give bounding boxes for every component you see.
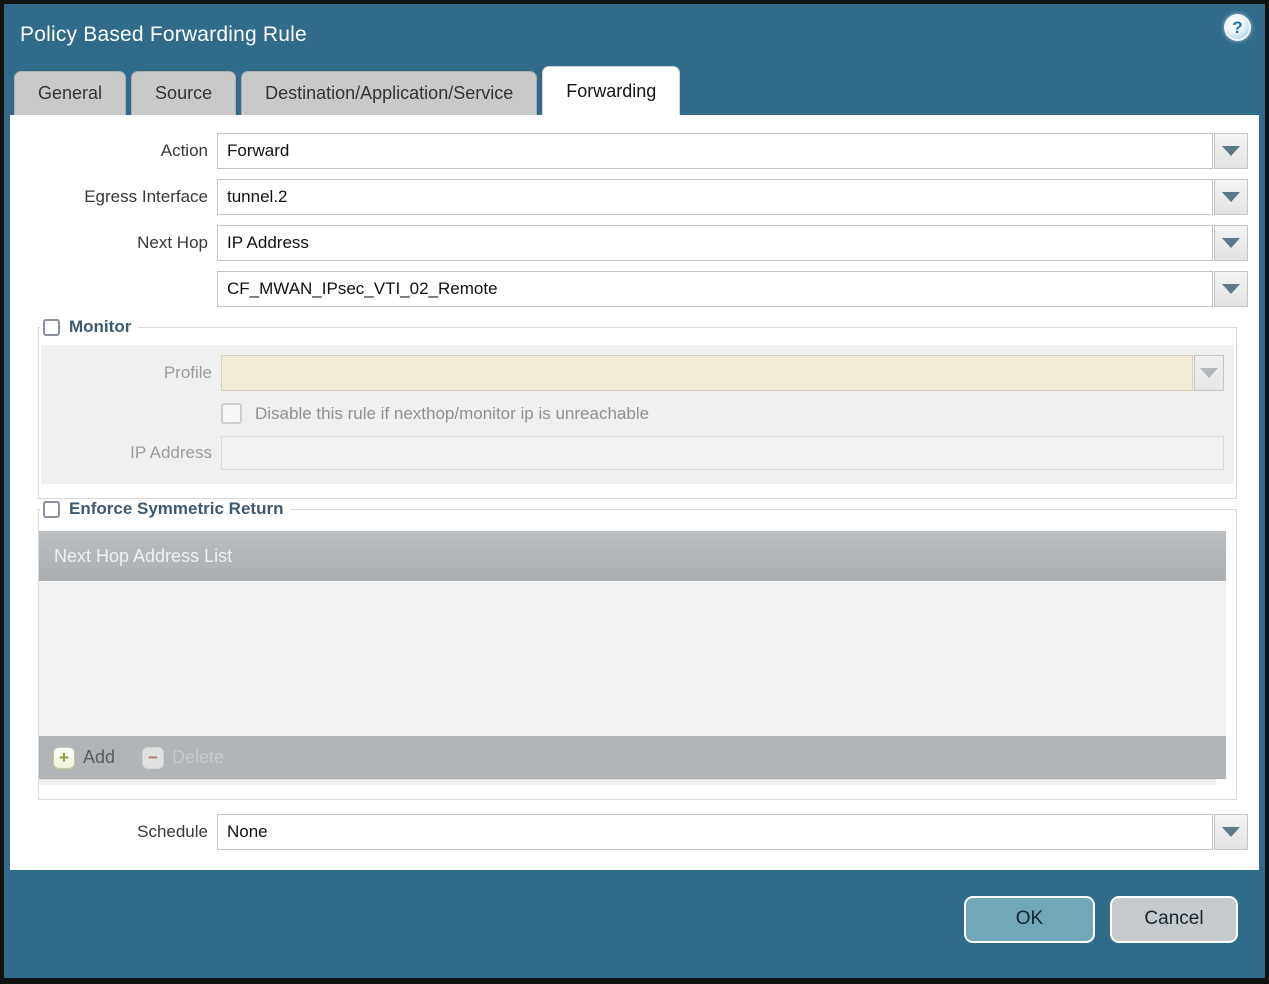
delete-button-label: Delete <box>172 747 225 767</box>
chevron-down-icon <box>1222 146 1240 156</box>
policy-based-forwarding-dialog: Policy Based Forwarding Rule ? General S… <box>0 0 1269 984</box>
egress-interface-dropdown-button[interactable] <box>1214 179 1248 215</box>
tab-source[interactable]: Source <box>131 71 237 115</box>
disable-rule-checkbox-label: Disable this rule if nexthop/monitor ip … <box>255 403 650 423</box>
egress-interface-row: Egress Interface <box>10 179 1248 215</box>
ok-button[interactable]: OK <box>964 895 1095 943</box>
next-hop-address-list-header: Next Hop Address List <box>39 531 1226 581</box>
next-hop-type-input[interactable] <box>217 225 1213 261</box>
action-row: Action <box>10 133 1248 169</box>
next-hop-label: Next Hop <box>137 233 208 252</box>
chevron-down-icon <box>1222 192 1240 202</box>
tab-general[interactable]: General <box>14 71 127 115</box>
profile-dropdown-button <box>1194 355 1224 391</box>
monitor-legend: Monitor <box>40 317 138 337</box>
action-dropdown-button[interactable] <box>1214 133 1248 169</box>
monitor-title: Monitor <box>69 317 132 336</box>
next-hop-address-list-toolbar: + Add − Delete <box>39 736 1226 779</box>
enforce-symmetric-return-group: Enforce Symmetric Return Next Hop Addres… <box>38 499 1237 800</box>
next-hop-address-dropdown-button[interactable] <box>1214 271 1248 307</box>
plus-icon: + <box>53 746 75 769</box>
monitor-group: Monitor Profile Disable this rule if nex… <box>38 317 1237 499</box>
next-hop-address-row <box>10 271 1248 307</box>
action-input[interactable] <box>217 133 1213 169</box>
schedule-dropdown-button[interactable] <box>1214 814 1248 850</box>
monitor-ip-row: IP Address <box>41 436 1224 470</box>
chevron-down-icon <box>1200 368 1218 378</box>
schedule-input[interactable] <box>217 814 1213 850</box>
enforce-symmetric-return-checkbox[interactable] <box>43 500 60 518</box>
forwarding-tab-panel: Action Egress Interface Next Hop <box>10 115 1259 870</box>
table-scroll-strip <box>39 779 1216 785</box>
add-button-label: Add <box>83 747 116 767</box>
chevron-down-icon <box>1222 284 1240 294</box>
next-hop-row: Next Hop <box>10 225 1248 261</box>
tab-forwarding[interactable]: Forwarding <box>542 66 681 115</box>
profile-label: Profile <box>163 363 212 382</box>
dialog-titlebar: Policy Based Forwarding Rule ? <box>4 4 1265 66</box>
monitor-checkbox[interactable] <box>43 318 60 336</box>
next-hop-address-list-table: Next Hop Address List + Add − Delete <box>39 531 1226 785</box>
tab-bar: General Source Destination/Application/S… <box>4 66 1265 115</box>
schedule-label: Schedule <box>137 822 208 841</box>
enforce-symmetric-return-title: Enforce Symmetric Return <box>69 499 284 518</box>
next-hop-address-list-body[interactable] <box>39 581 1226 736</box>
chevron-down-icon <box>1222 827 1240 837</box>
help-icon[interactable]: ? <box>1224 14 1251 41</box>
next-hop-type-dropdown-button[interactable] <box>1214 225 1248 261</box>
schedule-row: Schedule <box>10 814 1248 850</box>
disable-rule-row: Disable this rule if nexthop/monitor ip … <box>221 403 1224 424</box>
monitor-ip-label: IP Address <box>130 443 212 462</box>
monitor-panel: Profile Disable this rule if nexthop/mon… <box>41 345 1234 484</box>
egress-interface-label: Egress Interface <box>84 187 208 206</box>
profile-input <box>221 355 1193 391</box>
disable-rule-checkbox <box>221 403 242 424</box>
egress-interface-input[interactable] <box>217 179 1213 215</box>
cancel-button[interactable]: Cancel <box>1110 895 1238 943</box>
dialog-title: Policy Based Forwarding Rule <box>20 23 307 46</box>
action-label: Action <box>160 141 208 160</box>
profile-row: Profile <box>41 355 1224 391</box>
tab-destination-application-service[interactable]: Destination/Application/Service <box>241 71 538 115</box>
next-hop-address-input[interactable] <box>217 271 1213 307</box>
dialog-button-bar: OK Cancel <box>4 870 1265 978</box>
delete-button: − Delete <box>142 746 225 769</box>
monitor-ip-input <box>221 436 1224 470</box>
add-button[interactable]: + Add <box>53 746 116 769</box>
chevron-down-icon <box>1222 238 1240 248</box>
enforce-symmetric-return-legend: Enforce Symmetric Return <box>40 499 290 519</box>
minus-icon: − <box>142 746 165 769</box>
